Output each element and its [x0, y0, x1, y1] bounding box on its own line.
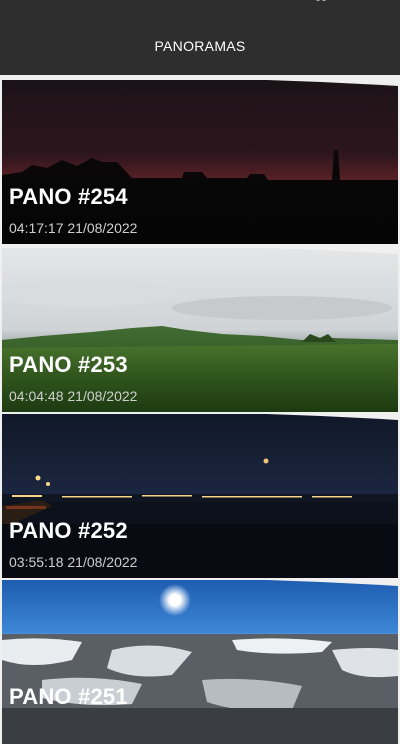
- panorama-card[interactable]: PANO #251: [2, 580, 398, 744]
- panorama-title: PANO #252: [9, 518, 128, 543]
- panorama-title: PANO #254: [9, 184, 128, 209]
- overflow-menu-icon[interactable]: [316, 0, 330, 4]
- panorama-timestamp: 03:55:18 21/08/2022: [9, 554, 138, 570]
- panorama-card[interactable]: PANO #253 04:04:48 21/08/2022: [2, 248, 398, 412]
- panorama-card[interactable]: PANO #252 03:55:18 21/08/2022: [2, 414, 398, 578]
- page-title: PANORAMAS: [154, 38, 246, 54]
- panorama-title: PANO #253: [9, 352, 128, 377]
- panorama-timestamp: 04:17:17 21/08/2022: [9, 220, 138, 236]
- panorama-timestamp: 04:04:48 21/08/2022: [9, 388, 138, 404]
- panorama-title: PANO #251: [9, 684, 128, 709]
- panorama-thumbnail: [2, 580, 398, 744]
- panorama-card[interactable]: PANO #254 04:17:17 21/08/2022: [2, 80, 398, 244]
- app-header: PANORAMAS: [0, 0, 400, 75]
